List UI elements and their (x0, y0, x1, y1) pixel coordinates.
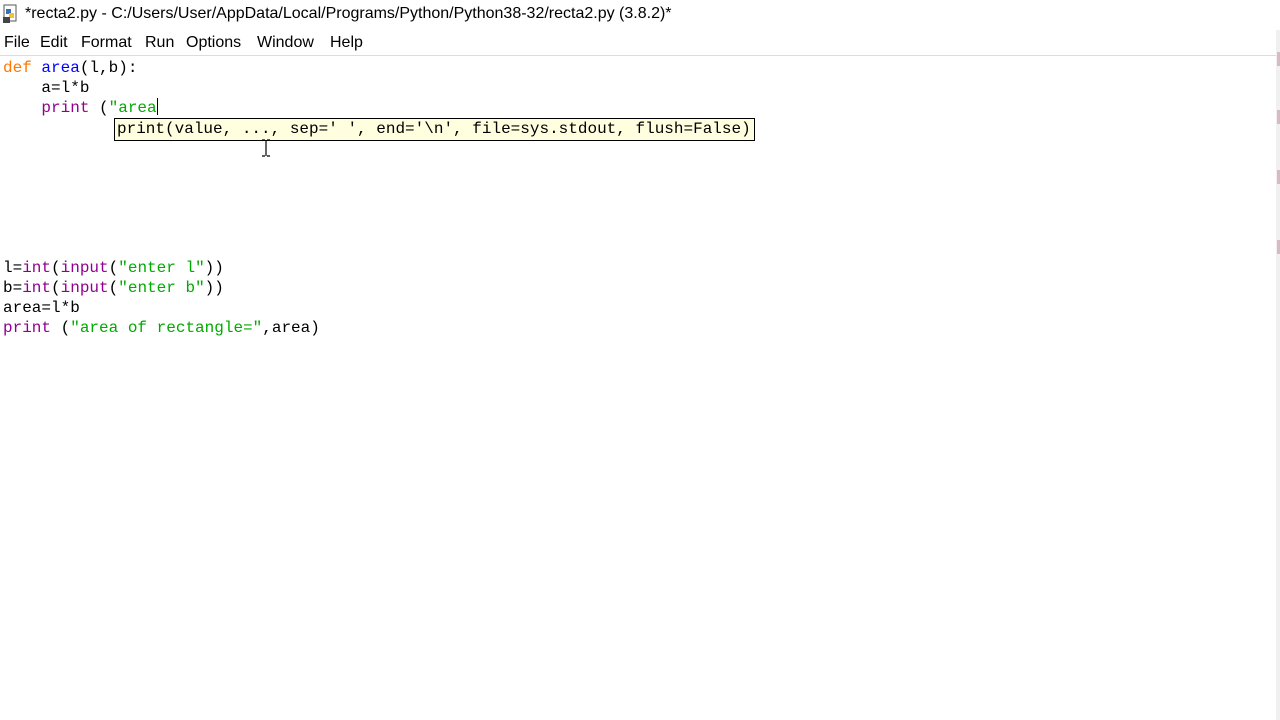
code-text: ( (51, 319, 71, 337)
function-name-token: area (41, 59, 80, 77)
builtin-token: input (60, 279, 109, 297)
code-text: ( (51, 259, 61, 277)
title-bar[interactable]: *recta2.py - C:/Users/User/AppData/Local… (0, 0, 1280, 30)
text-caret (156, 98, 158, 115)
code-text: ,area) (262, 319, 320, 337)
code-text: a=l*b (41, 79, 90, 97)
menu-window[interactable]: Window (257, 34, 314, 52)
builtin-token: input (60, 259, 109, 277)
string-token: "enter b" (118, 279, 205, 297)
code-line-6: area=l*b (3, 298, 80, 318)
idle-editor-window: *recta2.py - C:/Users/User/AppData/Local… (0, 0, 1280, 720)
menu-format[interactable]: Format (81, 34, 132, 52)
builtin-token: print (3, 319, 52, 337)
code-line-1: def area(l,b): (3, 58, 137, 78)
code-text: ( (108, 259, 119, 277)
code-line-2: a=l*b (3, 78, 89, 98)
code-text: ( (108, 279, 119, 297)
builtin-token: int (22, 279, 52, 297)
keyword-token: def (3, 59, 32, 77)
calltip-tooltip: print(value, ..., sep=' ', end='\n', fil… (114, 118, 755, 141)
string-token: "area (108, 99, 157, 117)
window-title: *recta2.py - C:/Users/User/AppData/Local… (25, 5, 672, 22)
menu-run[interactable]: Run (145, 34, 174, 52)
menu-file[interactable]: File (4, 34, 30, 52)
code-line-7: print ("area of rectangle=",area) (3, 318, 320, 338)
menu-edit[interactable]: Edit (40, 34, 68, 52)
builtin-token: print (41, 99, 90, 117)
builtin-token: int (22, 259, 52, 277)
vertical-scrollbar[interactable] (1276, 30, 1280, 720)
code-text: l= (3, 259, 23, 277)
code-text: area=l*b (3, 299, 80, 317)
code-line-4: l=int(input("enter l")) (3, 258, 224, 278)
code-text: )) (204, 279, 224, 297)
code-text: ( (51, 279, 61, 297)
code-line-5: b=int(input("enter b")) (3, 278, 224, 298)
code-text: (l,b): (79, 59, 138, 77)
python-file-icon (3, 4, 17, 23)
code-text: ( (89, 99, 109, 117)
text-ibeam-cursor (262, 139, 270, 157)
menu-help[interactable]: Help (330, 34, 363, 52)
string-token: "area of rectangle=" (70, 319, 263, 337)
menu-bar: File Edit Format Run Options Window Help (0, 30, 1280, 56)
menu-options[interactable]: Options (186, 34, 241, 52)
string-token: "enter l" (118, 259, 205, 277)
code-text: )) (204, 259, 224, 277)
code-text: b= (3, 279, 23, 297)
code-editor[interactable]: def area(l,b): a=l*b print ("area print(… (0, 57, 1278, 720)
code-line-3: print ("area (3, 98, 158, 118)
